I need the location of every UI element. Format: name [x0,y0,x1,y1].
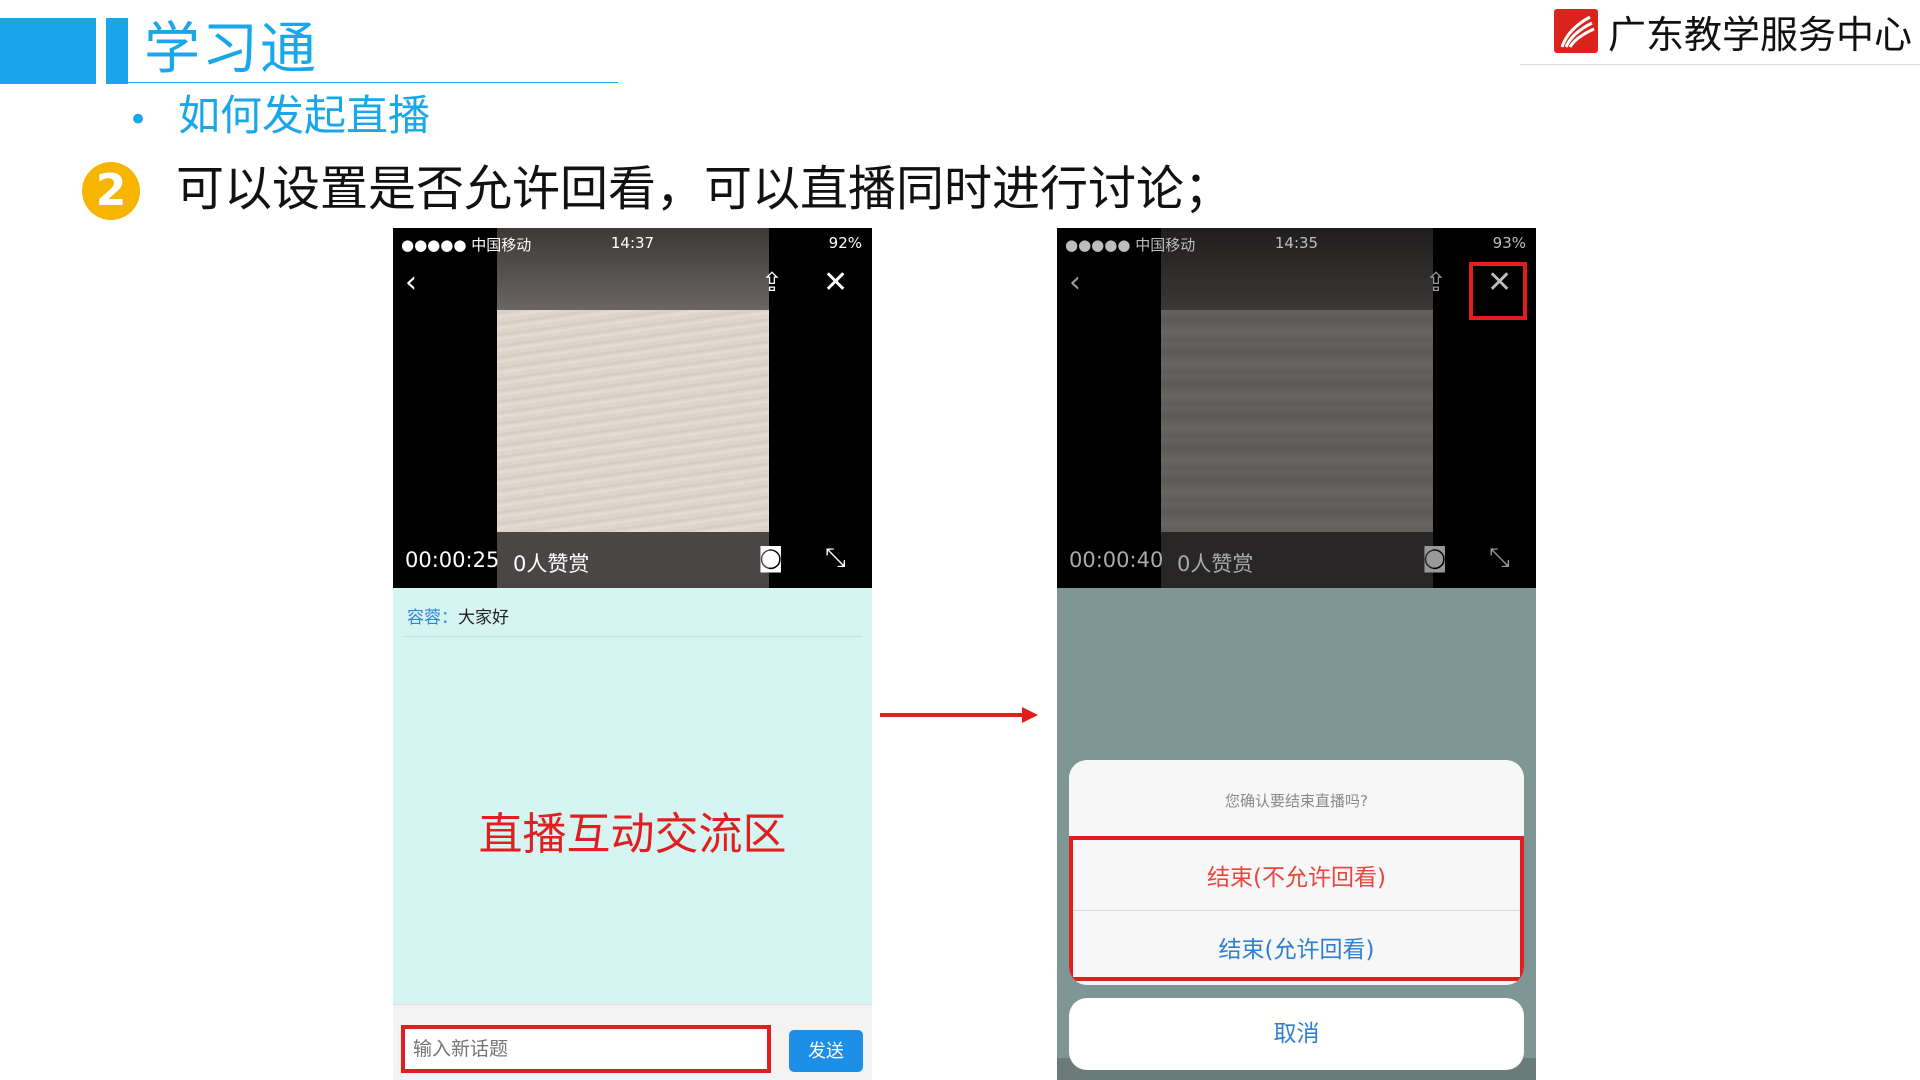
status-bar: ●●●●● 中国移动 14:37 92% [393,228,872,258]
close-highlight-box [1469,262,1527,320]
status-bar: ●●●●● 中国移动 14:35 93% [1057,228,1536,258]
elapsed-time: 00:00:25 [405,548,500,572]
chat-text: 大家好 [458,608,509,628]
likes-count: 0人赞赏 [513,552,590,576]
close-icon[interactable]: ✕ [823,268,848,298]
brand: 广东教学服务中心 [1553,6,1912,57]
chat-message: 容蓉：大家好 [407,603,509,628]
phone-screenshot-live: ●●●●● 中国移动 14:37 92% ‹ ⇪ ✕ 00:00:25 0人赞赏… [393,228,872,1080]
clock-label: 14:35 [1274,234,1319,252]
share-icon[interactable]: ⇪ [761,268,783,298]
video-frame [497,310,769,532]
step-number-badge: 2 [82,162,140,220]
cancel-button[interactable]: 取消 [1069,998,1524,1070]
header-accent-bar [0,18,96,84]
input-bar: 发送 [393,1004,872,1080]
end-live-action-sheet: 您确认要结束直播吗? 结束(不允许回看) 结束(允许回看) [1069,760,1524,985]
brand-underline [1520,64,1920,65]
header-accent-bar-thin [106,18,128,84]
send-button[interactable]: 发送 [789,1030,863,1072]
camera-icon[interactable]: ◙ [1422,543,1447,573]
flow-arrow-icon [880,707,1038,723]
page-title: 学习通 [144,17,318,82]
battery-label: 92% [828,234,862,252]
divider [1073,910,1520,911]
back-chevron-icon[interactable]: ‹ [405,268,417,298]
header-underline [128,82,618,83]
phone-screenshot-end-dialog: ●●●●● 中国移动 14:35 93% ‹ ⇪ ✕ 00:00:40 0人赞赏… [1057,228,1536,1080]
step-description: 可以设置是否允许回看，可以直播同时进行讨论； [176,161,1233,217]
topic-input[interactable] [401,1025,771,1073]
back-chevron-icon[interactable]: ‹ [1069,268,1081,298]
section-bullet: 如何发起直播 [178,91,431,140]
clock-label: 14:37 [610,234,655,252]
elapsed-time: 00:00:40 [1069,548,1164,572]
options-highlight-box: 结束(不允许回看) 结束(允许回看) [1069,836,1524,981]
divider [403,636,862,637]
brand-name: 广东教学服务中心 [1607,12,1912,57]
end-allow-replay-option[interactable]: 结束(允许回看) [1073,930,1520,964]
likes-count: 0人赞赏 [1177,552,1254,576]
bullet-dot-icon: • [128,100,149,140]
battery-label: 93% [1492,234,1526,252]
end-no-replay-option[interactable]: 结束(不允许回看) [1073,858,1520,892]
chat-username: 容蓉： [407,608,458,628]
camera-icon[interactable]: ◙ [758,543,783,573]
fullscreen-icon[interactable]: ⤡ [825,543,846,573]
sheet-title: 您确认要结束直播吗? [1225,792,1368,810]
interaction-area-label: 直播互动交流区 [478,809,787,860]
fullscreen-icon[interactable]: ⤡ [1489,543,1510,573]
brand-logo-icon [1553,9,1598,53]
video-player: ●●●●● 中国移动 14:37 92% ‹ ⇪ ✕ 00:00:25 0人赞赏… [393,228,872,588]
share-icon[interactable]: ⇪ [1425,268,1447,298]
dim-overlay [1057,228,1536,588]
video-player: ●●●●● 中国移动 14:35 93% ‹ ⇪ ✕ 00:00:40 0人赞赏… [1057,228,1536,588]
